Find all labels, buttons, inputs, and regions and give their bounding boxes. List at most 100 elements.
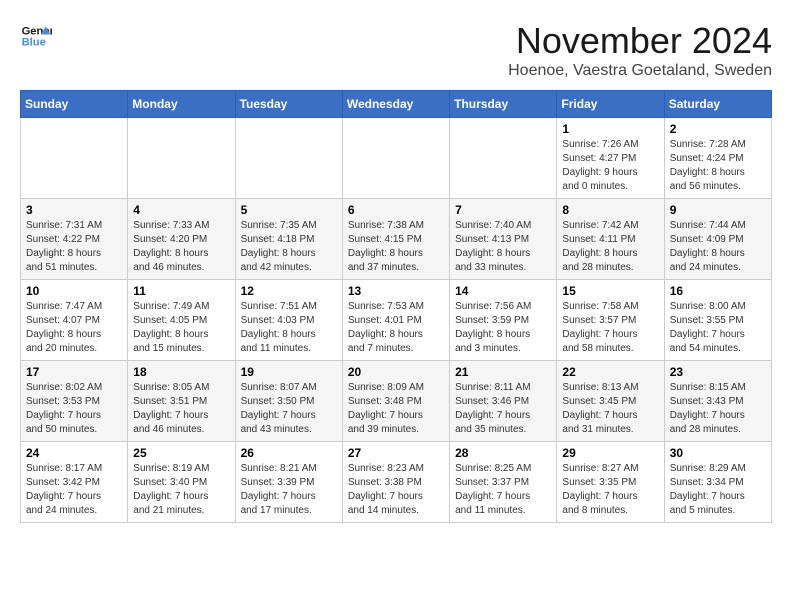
day-info: Sunrise: 7:53 AM Sunset: 4:01 PM Dayligh…: [348, 300, 444, 356]
calendar-day-cell: 22 Sunrise: 8:13 AM Sunset: 3:45 PM Dayl…: [557, 361, 664, 442]
day-number: 18: [133, 365, 229, 379]
day-info: Sunrise: 7:28 AM Sunset: 4:24 PM Dayligh…: [670, 138, 766, 194]
calendar-day-cell: 26 Sunrise: 8:21 AM Sunset: 3:39 PM Dayl…: [235, 442, 342, 523]
weekday-header: Saturday: [664, 91, 771, 118]
calendar-week-row: 24 Sunrise: 8:17 AM Sunset: 3:42 PM Dayl…: [21, 442, 772, 523]
weekday-header: Monday: [128, 91, 235, 118]
calendar-day-cell: 17 Sunrise: 8:02 AM Sunset: 3:53 PM Dayl…: [21, 361, 128, 442]
calendar-week-row: 1 Sunrise: 7:26 AM Sunset: 4:27 PM Dayli…: [21, 118, 772, 199]
day-info: Sunrise: 8:05 AM Sunset: 3:51 PM Dayligh…: [133, 381, 229, 437]
day-info: Sunrise: 8:19 AM Sunset: 3:40 PM Dayligh…: [133, 462, 229, 518]
day-info: Sunrise: 8:17 AM Sunset: 3:42 PM Dayligh…: [26, 462, 122, 518]
calendar-header-row: SundayMondayTuesdayWednesdayThursdayFrid…: [21, 91, 772, 118]
calendar-day-cell: 21 Sunrise: 8:11 AM Sunset: 3:46 PM Dayl…: [450, 361, 557, 442]
day-info: Sunrise: 8:00 AM Sunset: 3:55 PM Dayligh…: [670, 300, 766, 356]
day-info: Sunrise: 8:25 AM Sunset: 3:37 PM Dayligh…: [455, 462, 551, 518]
calendar-day-cell: 20 Sunrise: 8:09 AM Sunset: 3:48 PM Dayl…: [342, 361, 449, 442]
calendar-day-cell: 28 Sunrise: 8:25 AM Sunset: 3:37 PM Dayl…: [450, 442, 557, 523]
calendar-day-cell: 11 Sunrise: 7:49 AM Sunset: 4:05 PM Dayl…: [128, 280, 235, 361]
calendar-week-row: 3 Sunrise: 7:31 AM Sunset: 4:22 PM Dayli…: [21, 199, 772, 280]
calendar-day-cell: 25 Sunrise: 8:19 AM Sunset: 3:40 PM Dayl…: [128, 442, 235, 523]
day-info: Sunrise: 7:42 AM Sunset: 4:11 PM Dayligh…: [562, 219, 658, 275]
day-info: Sunrise: 7:38 AM Sunset: 4:15 PM Dayligh…: [348, 219, 444, 275]
day-info: Sunrise: 8:15 AM Sunset: 3:43 PM Dayligh…: [670, 381, 766, 437]
day-info: Sunrise: 7:56 AM Sunset: 3:59 PM Dayligh…: [455, 300, 551, 356]
day-number: 30: [670, 446, 766, 460]
svg-text:Blue: Blue: [22, 37, 46, 49]
calendar-day-cell: [342, 118, 449, 199]
day-number: 12: [241, 284, 337, 298]
calendar-day-cell: 14 Sunrise: 7:56 AM Sunset: 3:59 PM Dayl…: [450, 280, 557, 361]
day-number: 5: [241, 203, 337, 217]
day-info: Sunrise: 8:29 AM Sunset: 3:34 PM Dayligh…: [670, 462, 766, 518]
calendar-day-cell: 7 Sunrise: 7:40 AM Sunset: 4:13 PM Dayli…: [450, 199, 557, 280]
day-info: Sunrise: 7:47 AM Sunset: 4:07 PM Dayligh…: [26, 300, 122, 356]
day-info: Sunrise: 8:11 AM Sunset: 3:46 PM Dayligh…: [455, 381, 551, 437]
day-info: Sunrise: 7:35 AM Sunset: 4:18 PM Dayligh…: [241, 219, 337, 275]
weekday-header: Thursday: [450, 91, 557, 118]
day-number: 29: [562, 446, 658, 460]
day-info: Sunrise: 7:49 AM Sunset: 4:05 PM Dayligh…: [133, 300, 229, 356]
title-area: November 2024 Hoenoe, Vaestra Goetaland,…: [508, 20, 772, 80]
day-number: 2: [670, 122, 766, 136]
day-number: 17: [26, 365, 122, 379]
day-number: 11: [133, 284, 229, 298]
day-number: 3: [26, 203, 122, 217]
calendar-day-cell: 1 Sunrise: 7:26 AM Sunset: 4:27 PM Dayli…: [557, 118, 664, 199]
header: General Blue November 2024 Hoenoe, Vaest…: [20, 20, 772, 80]
day-number: 6: [348, 203, 444, 217]
logo: General Blue: [20, 20, 52, 52]
calendar-day-cell: 24 Sunrise: 8:17 AM Sunset: 3:42 PM Dayl…: [21, 442, 128, 523]
calendar-week-row: 10 Sunrise: 7:47 AM Sunset: 4:07 PM Dayl…: [21, 280, 772, 361]
day-number: 9: [670, 203, 766, 217]
calendar-day-cell: 19 Sunrise: 8:07 AM Sunset: 3:50 PM Dayl…: [235, 361, 342, 442]
day-number: 25: [133, 446, 229, 460]
day-number: 10: [26, 284, 122, 298]
calendar-table: SundayMondayTuesdayWednesdayThursdayFrid…: [20, 90, 772, 523]
day-number: 24: [26, 446, 122, 460]
calendar-day-cell: 2 Sunrise: 7:28 AM Sunset: 4:24 PM Dayli…: [664, 118, 771, 199]
calendar-day-cell: 3 Sunrise: 7:31 AM Sunset: 4:22 PM Dayli…: [21, 199, 128, 280]
day-number: 15: [562, 284, 658, 298]
day-info: Sunrise: 8:09 AM Sunset: 3:48 PM Dayligh…: [348, 381, 444, 437]
calendar-day-cell: 15 Sunrise: 7:58 AM Sunset: 3:57 PM Dayl…: [557, 280, 664, 361]
day-number: 8: [562, 203, 658, 217]
day-number: 21: [455, 365, 551, 379]
weekday-header: Wednesday: [342, 91, 449, 118]
calendar-week-row: 17 Sunrise: 8:02 AM Sunset: 3:53 PM Dayl…: [21, 361, 772, 442]
location-title: Hoenoe, Vaestra Goetaland, Sweden: [508, 62, 772, 80]
calendar-day-cell: 12 Sunrise: 7:51 AM Sunset: 4:03 PM Dayl…: [235, 280, 342, 361]
calendar-day-cell: 5 Sunrise: 7:35 AM Sunset: 4:18 PM Dayli…: [235, 199, 342, 280]
weekday-header: Friday: [557, 91, 664, 118]
weekday-header: Sunday: [21, 91, 128, 118]
day-info: Sunrise: 8:13 AM Sunset: 3:45 PM Dayligh…: [562, 381, 658, 437]
day-info: Sunrise: 8:27 AM Sunset: 3:35 PM Dayligh…: [562, 462, 658, 518]
day-info: Sunrise: 7:44 AM Sunset: 4:09 PM Dayligh…: [670, 219, 766, 275]
day-info: Sunrise: 8:23 AM Sunset: 3:38 PM Dayligh…: [348, 462, 444, 518]
day-info: Sunrise: 8:02 AM Sunset: 3:53 PM Dayligh…: [26, 381, 122, 437]
day-info: Sunrise: 7:58 AM Sunset: 3:57 PM Dayligh…: [562, 300, 658, 356]
weekday-header: Tuesday: [235, 91, 342, 118]
day-number: 27: [348, 446, 444, 460]
day-info: Sunrise: 7:31 AM Sunset: 4:22 PM Dayligh…: [26, 219, 122, 275]
calendar-day-cell: [128, 118, 235, 199]
month-title: November 2024: [508, 20, 772, 62]
day-number: 1: [562, 122, 658, 136]
day-number: 23: [670, 365, 766, 379]
calendar-day-cell: 9 Sunrise: 7:44 AM Sunset: 4:09 PM Dayli…: [664, 199, 771, 280]
day-info: Sunrise: 7:26 AM Sunset: 4:27 PM Dayligh…: [562, 138, 658, 194]
calendar-day-cell: 6 Sunrise: 7:38 AM Sunset: 4:15 PM Dayli…: [342, 199, 449, 280]
calendar-day-cell: 23 Sunrise: 8:15 AM Sunset: 3:43 PM Dayl…: [664, 361, 771, 442]
calendar-day-cell: [235, 118, 342, 199]
calendar-day-cell: 18 Sunrise: 8:05 AM Sunset: 3:51 PM Dayl…: [128, 361, 235, 442]
day-info: Sunrise: 7:51 AM Sunset: 4:03 PM Dayligh…: [241, 300, 337, 356]
day-info: Sunrise: 7:33 AM Sunset: 4:20 PM Dayligh…: [133, 219, 229, 275]
day-number: 14: [455, 284, 551, 298]
day-number: 19: [241, 365, 337, 379]
day-info: Sunrise: 8:07 AM Sunset: 3:50 PM Dayligh…: [241, 381, 337, 437]
calendar-day-cell: 27 Sunrise: 8:23 AM Sunset: 3:38 PM Dayl…: [342, 442, 449, 523]
day-number: 16: [670, 284, 766, 298]
logo-icon: General Blue: [20, 20, 52, 52]
day-info: Sunrise: 8:21 AM Sunset: 3:39 PM Dayligh…: [241, 462, 337, 518]
calendar-day-cell: 16 Sunrise: 8:00 AM Sunset: 3:55 PM Dayl…: [664, 280, 771, 361]
